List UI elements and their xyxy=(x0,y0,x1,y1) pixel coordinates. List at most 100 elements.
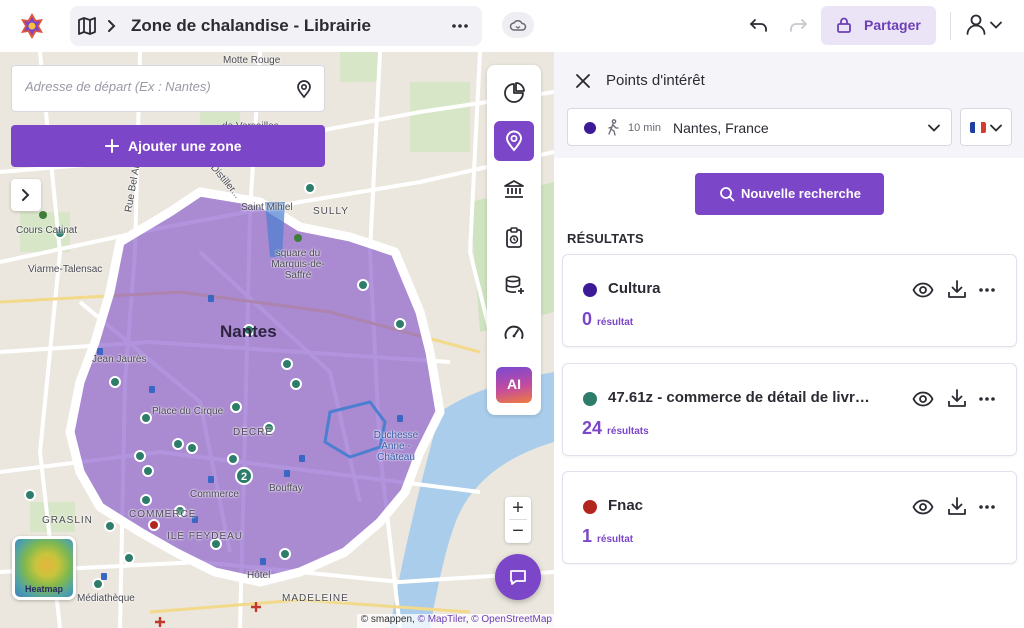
chevron-right-icon xyxy=(108,20,116,32)
map-label-hotel: Hôtel xyxy=(247,570,271,581)
attribution-maptiler-link[interactable]: © MapTiler xyxy=(418,614,466,625)
map-label-commerce-station: Commerce xyxy=(190,489,239,500)
heatmap-label: Heatmap xyxy=(24,584,63,594)
clipboard-clock-icon xyxy=(506,227,522,248)
start-address-input[interactable] xyxy=(25,79,285,94)
map-view[interactable]: 2 Motte Rouge Distiller... Rue Bel Air S… xyxy=(0,52,554,628)
undo-icon[interactable] xyxy=(748,14,770,36)
heatmap-layer-toggle[interactable]: Heatmap xyxy=(12,536,76,600)
map-label-square: square du Marquis-de-Saffré xyxy=(271,248,325,281)
eye-icon[interactable] xyxy=(912,279,934,301)
app-window: Zone de chalandise - Librairie Partager … xyxy=(0,0,1024,628)
result-color-dot xyxy=(583,392,597,406)
poi-panel: Points d'intérêt 10 min Nantes, France N… xyxy=(554,52,1024,628)
more-icon[interactable] xyxy=(978,281,996,299)
map-label-viarme: Viarme-Talensac xyxy=(28,264,103,275)
chevron-down-icon xyxy=(990,21,1002,29)
pie-chart-icon xyxy=(504,82,525,103)
eye-icon[interactable] xyxy=(912,496,934,518)
tool-points-of-interest[interactable] xyxy=(494,121,534,161)
download-icon[interactable] xyxy=(946,495,968,517)
result-unit: résultat xyxy=(597,534,634,545)
map-label-mediatheque: Médiathèque xyxy=(77,593,135,604)
result-count: 0 xyxy=(582,309,593,329)
lock-icon xyxy=(837,17,851,33)
zone-color-dot xyxy=(584,122,596,134)
new-search-button[interactable]: Nouvelle recherche xyxy=(695,173,884,215)
project-title[interactable]: Zone de chalandise - Librairie xyxy=(131,16,371,36)
result-card[interactable]: Cultura 0 résultat xyxy=(562,254,1017,347)
chevron-down-icon xyxy=(928,124,940,132)
download-icon[interactable] xyxy=(946,387,968,409)
country-selector[interactable] xyxy=(960,108,1012,146)
logo-icon[interactable] xyxy=(17,11,47,41)
zone-selector[interactable]: 10 min Nantes, France xyxy=(567,108,952,146)
map-icon[interactable] xyxy=(76,15,98,37)
chat-button[interactable] xyxy=(495,554,541,600)
location-pin-icon[interactable] xyxy=(296,80,312,98)
tool-institutions[interactable] xyxy=(494,169,534,209)
zoom-out-button[interactable]: − xyxy=(505,520,531,542)
map-label-commerce: COMMERCE xyxy=(129,509,197,520)
download-icon[interactable] xyxy=(946,278,968,300)
chat-icon xyxy=(510,570,526,585)
svg-text:2: 2 xyxy=(241,471,247,483)
cloud-icon xyxy=(509,20,527,31)
tool-speed[interactable] xyxy=(494,313,534,353)
project-title-bar: Zone de chalandise - Librairie xyxy=(70,6,482,46)
zone-location: Nantes, France xyxy=(673,120,769,136)
map-label-bouffay: Bouffay xyxy=(269,483,303,494)
panel-title: Points d'intérêt xyxy=(606,72,705,89)
map-attribution: © smappen, © MapTiler, © OpenStreetMap xyxy=(356,614,554,628)
chevron-right-icon xyxy=(22,189,30,201)
chevron-down-icon xyxy=(990,124,1002,132)
map-tools-toolbar: AI xyxy=(487,65,541,415)
tool-add-data[interactable] xyxy=(494,265,534,305)
attribution-osm-link[interactable]: © OpenStreetMap xyxy=(471,614,552,625)
more-icon[interactable] xyxy=(978,498,996,516)
more-icon[interactable] xyxy=(978,390,996,408)
tool-ai-button[interactable]: AI xyxy=(496,367,532,403)
map-label-madeleine: MADELEINE xyxy=(282,593,349,604)
result-name: Fnac xyxy=(608,497,644,514)
add-zone-button[interactable]: Ajouter une zone xyxy=(11,125,325,167)
start-address-field[interactable] xyxy=(11,65,325,112)
eye-icon[interactable] xyxy=(912,388,934,410)
walking-icon xyxy=(608,119,619,136)
zoom-control: + − xyxy=(505,497,531,543)
search-icon xyxy=(720,187,735,202)
result-color-dot xyxy=(583,283,597,297)
share-button[interactable]: Partager xyxy=(821,6,936,45)
map-label-ile-feydeau: ILE FEYDEAU xyxy=(167,531,244,542)
tool-statistics[interactable] xyxy=(494,73,534,113)
map-label-decre: DECRE xyxy=(233,427,274,438)
sync-status-button[interactable] xyxy=(502,12,534,38)
gauge-icon xyxy=(504,325,524,339)
france-flag-icon xyxy=(970,122,986,133)
result-count: 24 xyxy=(582,418,603,438)
ai-label: AI xyxy=(507,376,521,392)
bank-icon xyxy=(504,180,524,198)
more-icon[interactable] xyxy=(450,16,470,36)
result-name: Cultura xyxy=(608,280,661,297)
result-card[interactable]: Fnac 1 résultat xyxy=(562,471,1017,564)
result-name: 47.61z - commerce de détail de livres en… xyxy=(608,389,876,406)
poi-panel-header: Points d'intérêt 10 min Nantes, France xyxy=(554,52,1024,158)
user-icon xyxy=(966,14,986,35)
travel-time: 10 min xyxy=(628,122,662,134)
result-count: 1 xyxy=(582,526,593,546)
map-label-cours-catinat: Cours Catinat xyxy=(16,225,78,236)
map-label-sully: SULLY xyxy=(313,206,349,217)
tool-report[interactable] xyxy=(494,217,534,257)
map-label-graslin: GRASLIN xyxy=(42,515,93,526)
redo-icon[interactable] xyxy=(787,14,809,36)
expand-panel-button[interactable] xyxy=(11,179,41,211)
attribution-smappen: © smappen, xyxy=(360,614,418,625)
close-icon[interactable] xyxy=(574,72,592,90)
results-title: RÉSULTATS xyxy=(567,231,644,246)
result-card[interactable]: 47.61z - commerce de détail de livres en… xyxy=(562,363,1017,456)
map-label-saint-mihiel: Saint Mihiel xyxy=(241,202,293,213)
zoom-in-button[interactable]: + xyxy=(505,497,531,519)
user-menu-button[interactable] xyxy=(964,12,1004,40)
share-button-label: Partager xyxy=(864,17,921,33)
